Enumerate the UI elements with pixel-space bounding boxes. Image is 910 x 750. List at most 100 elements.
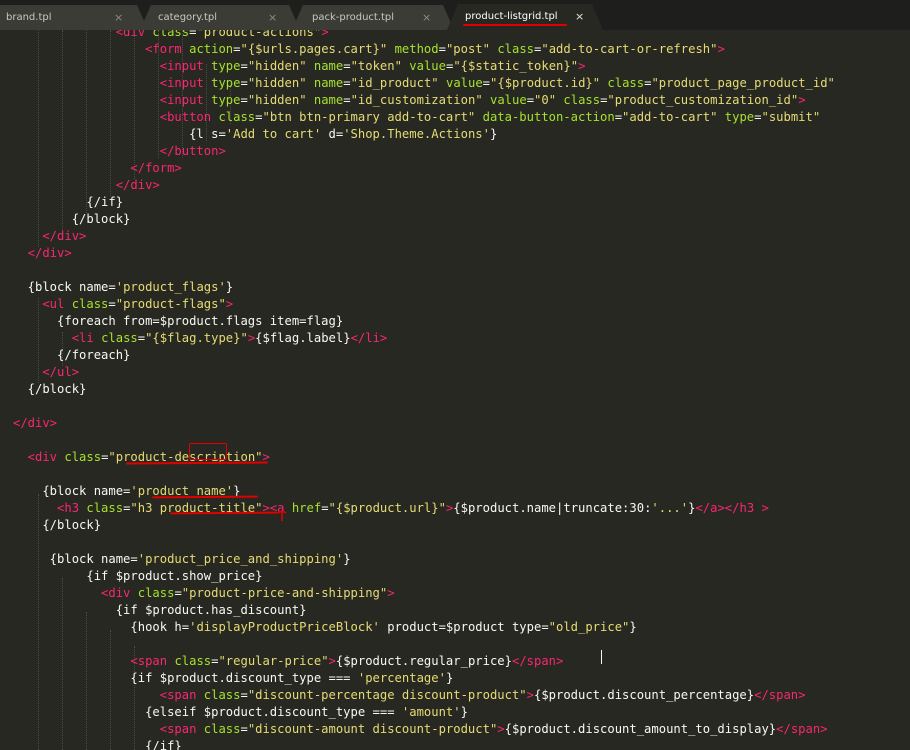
code-token: {if $product.show_price} [13,569,263,583]
code-token: class [497,42,535,56]
code-token: </span> [511,654,564,668]
code-token: type [211,93,241,107]
code-line: <ul class="product-flags"> [13,296,233,313]
code-token: class [64,450,102,464]
code-token: = [482,76,491,90]
code-editor[interactable]: <div class="product-actions"> <form acti… [0,30,910,750]
code-token: </form> [13,161,182,175]
code-token: <div [13,30,153,39]
code-token: class [174,654,212,668]
tab-product-listgrid[interactable]: product-listgrid.tpl × [447,4,603,30]
code-line: {if $product.show_price} [13,568,262,585]
tab-pack-product[interactable]: pack-product.tpl × [292,5,454,30]
code-token: name [313,59,344,73]
code-token: > [526,688,534,702]
code-token: > [225,297,234,311]
code-line: {/foreach} [13,347,130,364]
close-icon[interactable]: × [422,11,431,24]
code-token: } [343,552,351,566]
code-token: {$product.discount_amount_to_display} [504,722,777,736]
code-token: > [497,722,505,736]
code-token: } [445,671,454,685]
code-token: "hidden" [247,93,307,107]
code-token: > [321,30,329,39]
code-token: = [240,93,248,107]
code-token: data-button-action [482,110,615,124]
code-token: <button [13,110,219,124]
code-token: action [189,42,234,56]
editor-window: brand.tpl × category.tpl × pack-product.… [0,0,910,750]
code-token: type [211,59,241,73]
text-cursor [601,650,602,664]
code-token: "regular-price" [218,654,329,668]
close-icon[interactable]: × [575,10,584,23]
red-box-desc [189,443,227,460]
close-icon[interactable]: × [114,11,123,24]
code-token: "id_customization" [350,93,483,107]
code-line: {l s='Add to cart' d='Shop.Theme.Actions… [13,126,497,143]
code-token: class [86,501,124,515]
code-token: = [108,297,116,311]
code-token: {/foreach} [13,348,131,362]
code-token: "0" [534,93,557,107]
code-token: <span [13,722,204,736]
code-token: <form [13,42,190,56]
code-line: <input type="hidden" name="token" value=… [13,58,586,75]
code-token: "product-actions" [196,30,322,39]
code-token: href [291,501,322,515]
tab-bar: brand.tpl × category.tpl × pack-product.… [0,0,910,30]
code-token: {$flag.label} [255,331,351,345]
code-token: value [409,59,446,73]
tab-underline-annotation [463,24,567,26]
code-token: > [578,59,586,73]
code-token: </div> [13,178,160,192]
code-token: class [203,688,241,702]
tab-brand[interactable]: brand.tpl × [0,5,148,30]
close-icon[interactable]: × [268,11,277,24]
code-token: = [343,93,351,107]
code-line: {block name='product_price_and_shipping'… [13,551,351,568]
code-token: </div> [13,246,72,260]
tab-category[interactable]: category.tpl × [140,5,300,30]
code-token: <span [13,688,204,702]
code-token: = [614,110,623,124]
code-token: class [607,76,645,90]
code-token: "discount-percentage discount-product" [247,688,527,702]
code-token: {$product.name|truncate:30: [453,501,652,515]
code-token: "{$urls.pages.cart}" [240,42,388,56]
red-arrow-mark [277,510,287,521]
code-token: </span> [754,688,806,702]
tab-label: category.tpl [158,12,217,23]
code-token: "discount-amount discount-product" [247,722,498,736]
code-line: {/block} [13,381,87,398]
code-token: } [225,280,234,294]
code-token: {/block} [13,518,102,532]
code-line: <span class="discount-amount discount-pr… [13,721,828,738]
code-token: 'amount' [401,705,461,719]
code-token: 'product_price_and_shipping' [137,552,344,566]
code-token: "old_price" [548,620,630,634]
code-line: {hook h='displayProductPriceBlock' produ… [13,619,636,636]
code-line: </div> [13,245,72,262]
code-line: {/block} [13,211,131,228]
code-line: {/if} [13,194,123,211]
code-token: "product_customization_id" [607,93,799,107]
code-token: > [387,586,395,600]
code-token: 'displayProductPriceBlock' [189,620,380,634]
code-token: class [152,30,190,39]
code-token: method [394,42,439,56]
code-token: {hook h= [13,620,190,634]
code-line: <input type="hidden" name="id_product" v… [13,75,835,92]
code-line: {/if} [13,738,182,750]
tab-label: product-listgrid.tpl [465,11,558,22]
code-token: {if $product.has_discount} [13,603,307,617]
code-token: {block name= [13,280,116,294]
code-token: = [240,59,248,73]
code-token: {/block} [13,382,87,396]
code-token: type [724,110,755,124]
code-line: <div class="product-actions"> [13,30,329,41]
code-line: <span class="regular-price">{$product.re… [13,653,563,670]
code-line: <input type="hidden" name="id_customizat… [13,92,806,109]
